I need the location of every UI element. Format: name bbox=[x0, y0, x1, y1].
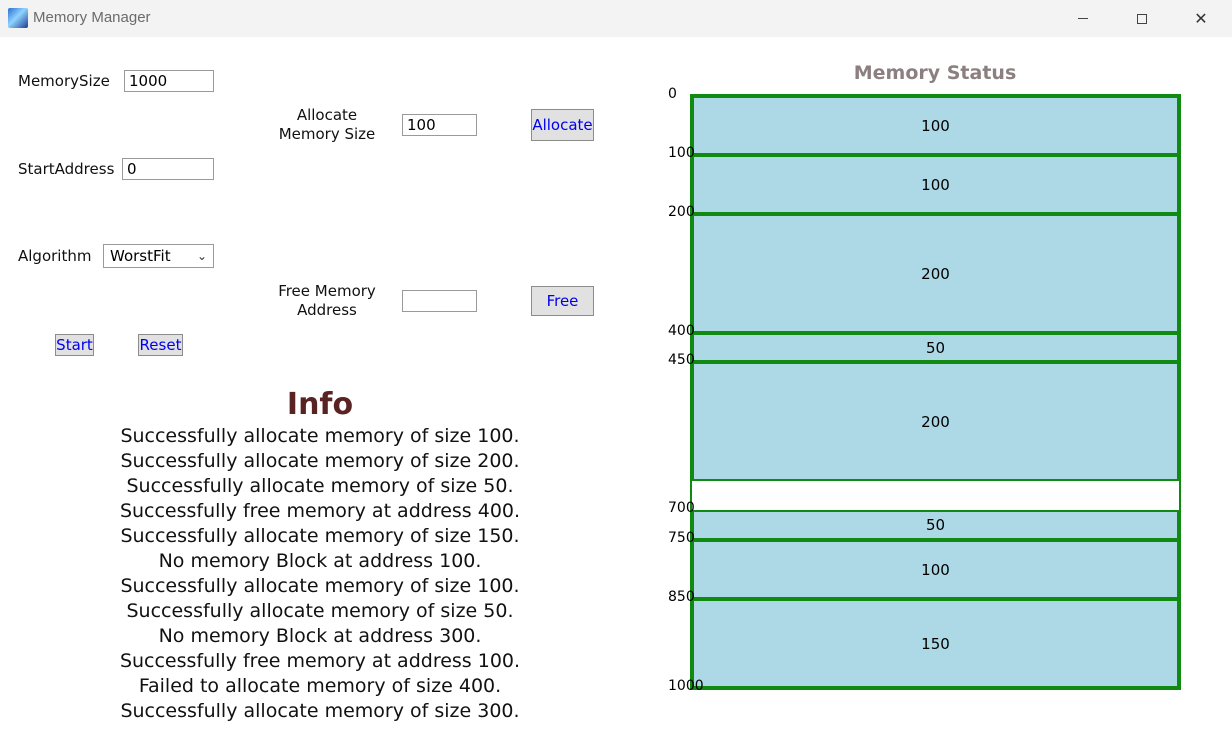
allocate-size-label: Allocate Memory Size bbox=[262, 106, 392, 144]
app-icon bbox=[8, 8, 28, 28]
allocate-label-line1: Allocate bbox=[296, 106, 358, 124]
memory-block-size: 200 bbox=[921, 264, 950, 283]
chevron-down-icon: ⌄ bbox=[196, 249, 207, 263]
free-address-label: Free Memory Address bbox=[262, 282, 392, 320]
address-label: 100 bbox=[668, 145, 695, 162]
window-title: Memory Manager bbox=[33, 9, 151, 26]
address-label: 1000 bbox=[668, 678, 704, 694]
info-message: Successfully allocate memory of size 100… bbox=[120, 575, 520, 597]
memory-block: 100 bbox=[692, 96, 1179, 156]
info-message: Failed to allocate memory of size 400. bbox=[138, 675, 502, 697]
free-label-line1: Free Memory bbox=[278, 282, 376, 300]
allocate-button[interactable]: Allocate bbox=[531, 109, 594, 141]
memory-block: 100 bbox=[692, 155, 1179, 215]
maximize-icon bbox=[1137, 13, 1147, 24]
info-title: Info bbox=[286, 387, 354, 422]
memory-size-input[interactable]: 1000 bbox=[124, 70, 214, 92]
memory-block: 50 bbox=[692, 332, 1179, 363]
close-icon: ✕ bbox=[1194, 9, 1208, 28]
free-label-line2: Address bbox=[297, 301, 357, 319]
info-log: Successfully allocate memory of size 100… bbox=[110, 424, 530, 724]
memory-block-size: 150 bbox=[921, 634, 950, 653]
free-button[interactable]: Free bbox=[531, 286, 594, 316]
info-message: Successfully allocate memory of size 50. bbox=[126, 600, 514, 622]
minimize-button[interactable] bbox=[1060, 0, 1106, 37]
memory-block: 50 bbox=[692, 510, 1179, 540]
free-address-input[interactable] bbox=[402, 290, 477, 312]
title-bar: Memory Manager ✕ bbox=[0, 0, 1232, 37]
info-message: No memory Block at address 300. bbox=[158, 625, 482, 647]
info-message: Successfully allocate memory of size 100… bbox=[120, 425, 520, 447]
address-label: 750 bbox=[668, 530, 695, 546]
info-message: Successfully allocate memory of size 150… bbox=[120, 525, 520, 547]
address-label: 200 bbox=[668, 204, 695, 221]
info-message: Successfully allocate memory of size 300… bbox=[120, 700, 520, 722]
memory-status-title: Memory Status bbox=[853, 62, 1017, 84]
memory-block-size: 100 bbox=[921, 560, 950, 579]
address-label: 700 bbox=[668, 500, 695, 517]
memory-block: 100 bbox=[692, 540, 1179, 600]
info-message: Successfully allocate memory of size 50. bbox=[126, 475, 514, 497]
algorithm-label: Algorithm bbox=[18, 247, 92, 265]
minimize-icon bbox=[1078, 18, 1088, 19]
info-message: No memory Block at address 100. bbox=[158, 550, 482, 572]
address-label: 850 bbox=[668, 589, 695, 606]
memory-block-size: 100 bbox=[921, 116, 950, 135]
address-label: 450 bbox=[668, 352, 695, 369]
start-address-label: StartAddress bbox=[18, 160, 115, 178]
memory-block-size: 100 bbox=[921, 175, 950, 194]
address-label: 400 bbox=[668, 322, 695, 339]
memory-size-label: MemorySize bbox=[18, 72, 110, 90]
memory-block-size: 50 bbox=[925, 338, 946, 357]
reset-button[interactable]: Reset bbox=[138, 334, 183, 356]
allocate-label-line2: Memory Size bbox=[278, 125, 376, 143]
memory-block: 150 bbox=[692, 599, 1179, 688]
maximize-button[interactable] bbox=[1119, 0, 1165, 37]
memory-map: 100 100 200 50 200 50 100 150 bbox=[690, 94, 1181, 690]
algorithm-selected-value: WorstFit bbox=[110, 247, 171, 265]
close-button[interactable]: ✕ bbox=[1178, 0, 1224, 37]
memory-block-size: 50 bbox=[925, 516, 946, 535]
start-address-input[interactable]: 0 bbox=[122, 158, 214, 180]
address-label: 0 bbox=[668, 86, 677, 102]
info-message: Successfully free memory at address 100. bbox=[119, 650, 521, 672]
memory-block-size: 200 bbox=[921, 412, 950, 431]
algorithm-select[interactable]: WorstFit ⌄ bbox=[103, 244, 214, 268]
info-message: Successfully allocate memory of size 200… bbox=[120, 450, 520, 472]
start-button[interactable]: Start bbox=[55, 334, 94, 356]
memory-block: 200 bbox=[692, 362, 1179, 481]
info-message: Successfully free memory at address 400. bbox=[119, 500, 521, 522]
allocate-size-input[interactable]: 100 bbox=[402, 114, 477, 136]
memory-block: 200 bbox=[692, 214, 1179, 333]
